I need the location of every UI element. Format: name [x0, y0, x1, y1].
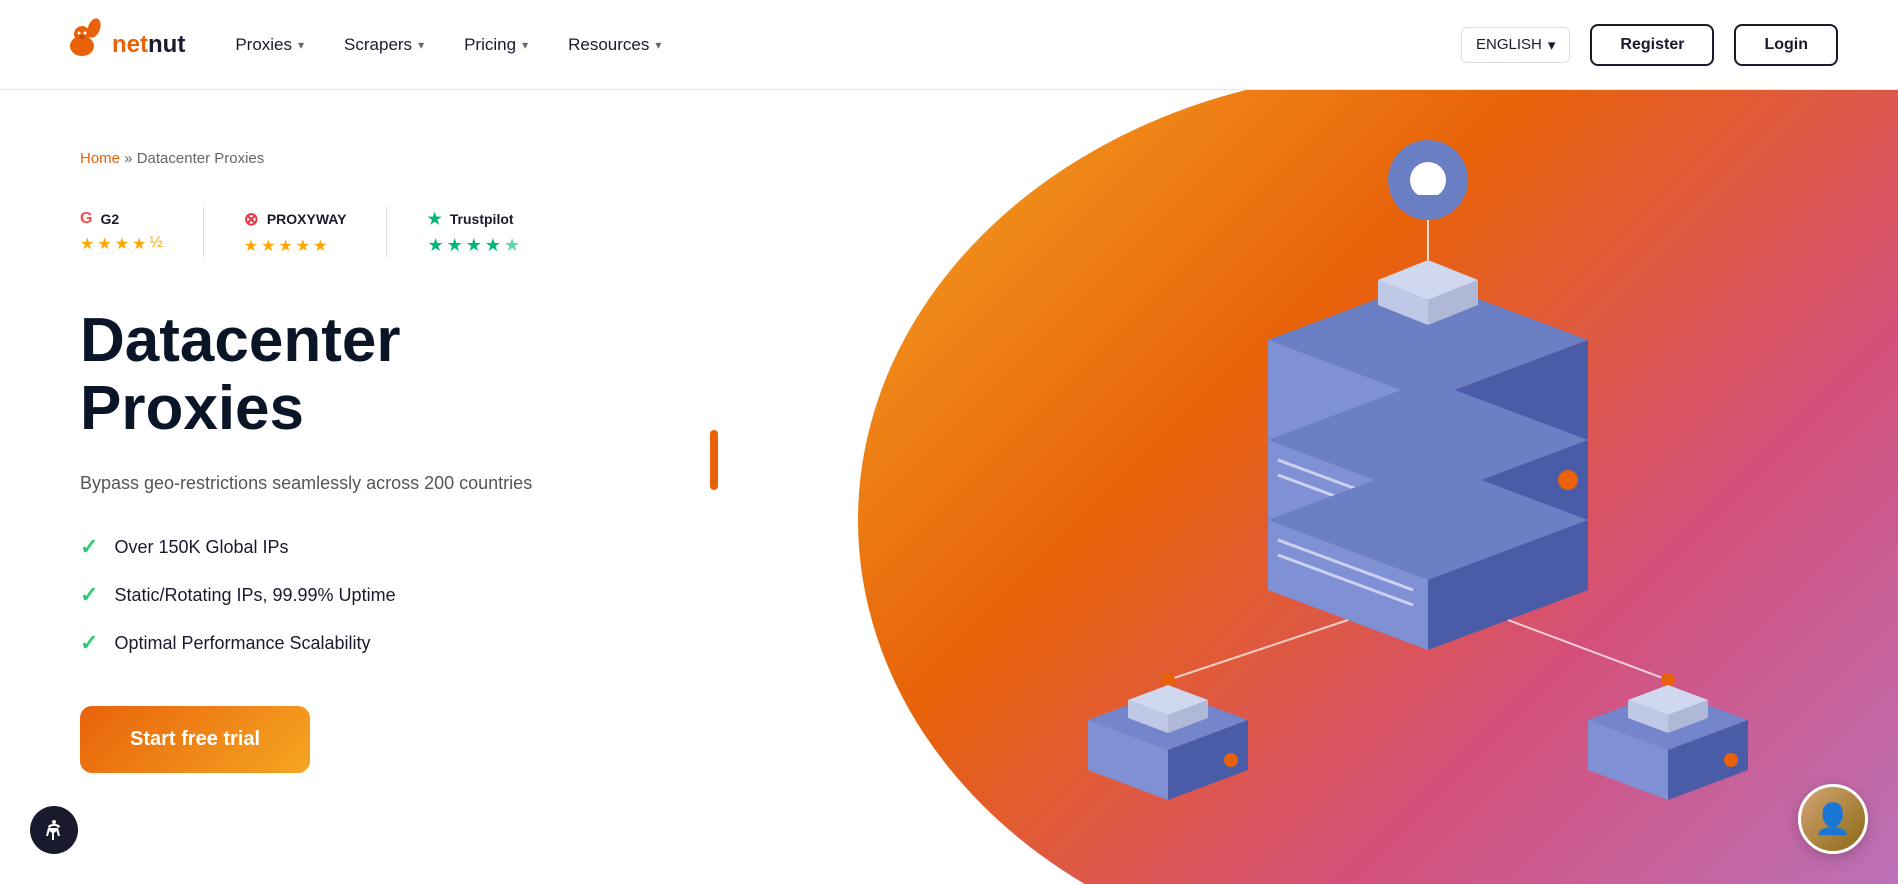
- feature-list: ✓ Over 150K Global IPs ✓ Static/Rotating…: [80, 534, 620, 656]
- logo-squirrel-icon: [60, 18, 104, 72]
- feature-text: Optimal Performance Scalability: [114, 633, 370, 654]
- breadcrumb: Home » Datacenter Proxies: [80, 150, 620, 167]
- chat-avatar[interactable]: 👤: [1798, 784, 1868, 854]
- proxyway-label: PROXYWAY: [267, 211, 347, 227]
- proxyway-icon: ⊗: [244, 209, 259, 230]
- nav-item-proxies[interactable]: Proxies ▾: [235, 35, 304, 55]
- list-item: ✓ Optimal Performance Scalability: [80, 630, 620, 656]
- chevron-down-icon: ▾: [418, 38, 424, 52]
- list-item: ✓ Over 150K Global IPs: [80, 534, 620, 560]
- rating-trustpilot: ★ Trustpilot ★ ★ ★ ★ ★: [427, 209, 520, 256]
- chevron-down-icon: ▾: [298, 38, 304, 52]
- hero-subtitle: Bypass geo-restrictions seamlessly acros…: [80, 473, 620, 494]
- logo[interactable]: netnut: [60, 18, 185, 72]
- nav-right: ENGLISH ▾ Register Login: [1461, 24, 1838, 66]
- check-icon: ✓: [80, 582, 98, 608]
- proxyway-stars: ★ ★ ★ ★ ★: [244, 236, 328, 256]
- g2-icon: G: [80, 210, 92, 228]
- rating-proxyway: ⊗ PROXYWAY ★ ★ ★ ★ ★: [244, 209, 347, 256]
- trustpilot-label: Trustpilot: [450, 211, 514, 227]
- hero-illustration: [798, 90, 1898, 884]
- register-button[interactable]: Register: [1590, 24, 1714, 66]
- logo-text: netnut: [112, 31, 185, 59]
- navbar: netnut Proxies ▾ Scrapers ▾ Pricing ▾ Re…: [0, 0, 1898, 90]
- check-icon: ✓: [80, 630, 98, 656]
- nav-item-resources[interactable]: Resources ▾: [568, 35, 661, 55]
- g2-label: G2: [100, 211, 119, 227]
- rating-divider: [203, 207, 204, 257]
- start-free-trial-button[interactable]: Start free trial: [80, 706, 310, 773]
- login-button[interactable]: Login: [1734, 24, 1838, 66]
- ratings-bar: G G2 ★ ★ ★ ★ ½ ⊗ PROXYWAY: [80, 207, 620, 257]
- nav-links: Proxies ▾ Scrapers ▾ Pricing ▾ Resources…: [235, 35, 661, 55]
- nav-item-pricing[interactable]: Pricing ▾: [464, 35, 528, 55]
- trustpilot-icon: ★: [427, 209, 441, 229]
- trustpilot-stars: ★ ★ ★ ★ ★: [427, 235, 520, 256]
- feature-text: Static/Rotating IPs, 99.99% Uptime: [114, 585, 395, 606]
- nav-left: netnut Proxies ▾ Scrapers ▾ Pricing ▾ Re…: [60, 18, 661, 72]
- breadcrumb-home-link[interactable]: Home: [80, 150, 120, 167]
- rating-g2: G G2 ★ ★ ★ ★ ½: [80, 210, 163, 254]
- hero-content: Home » Datacenter Proxies G G2 ★ ★ ★ ★ ½: [0, 90, 700, 884]
- page-title: Datacenter Proxies: [80, 307, 620, 443]
- hero-section: Home » Datacenter Proxies G G2 ★ ★ ★ ★ ½: [0, 90, 1898, 884]
- breadcrumb-current: Datacenter Proxies: [137, 150, 265, 167]
- chevron-down-icon: ▾: [1548, 36, 1556, 54]
- list-item: ✓ Static/Rotating IPs, 99.99% Uptime: [80, 582, 620, 608]
- server-scene-svg: [968, 120, 1868, 884]
- chevron-down-icon: ▾: [522, 38, 528, 52]
- feature-text: Over 150K Global IPs: [114, 537, 288, 558]
- check-icon: ✓: [80, 534, 98, 560]
- rating-divider-2: [386, 207, 387, 257]
- language-selector[interactable]: ENGLISH ▾: [1461, 27, 1570, 63]
- accent-decoration: [710, 430, 718, 490]
- nav-item-scrapers[interactable]: Scrapers ▾: [344, 35, 424, 55]
- accessibility-button[interactable]: [30, 806, 78, 854]
- g2-stars: ★ ★ ★ ★ ½: [80, 234, 163, 254]
- chevron-down-icon: ▾: [655, 38, 661, 52]
